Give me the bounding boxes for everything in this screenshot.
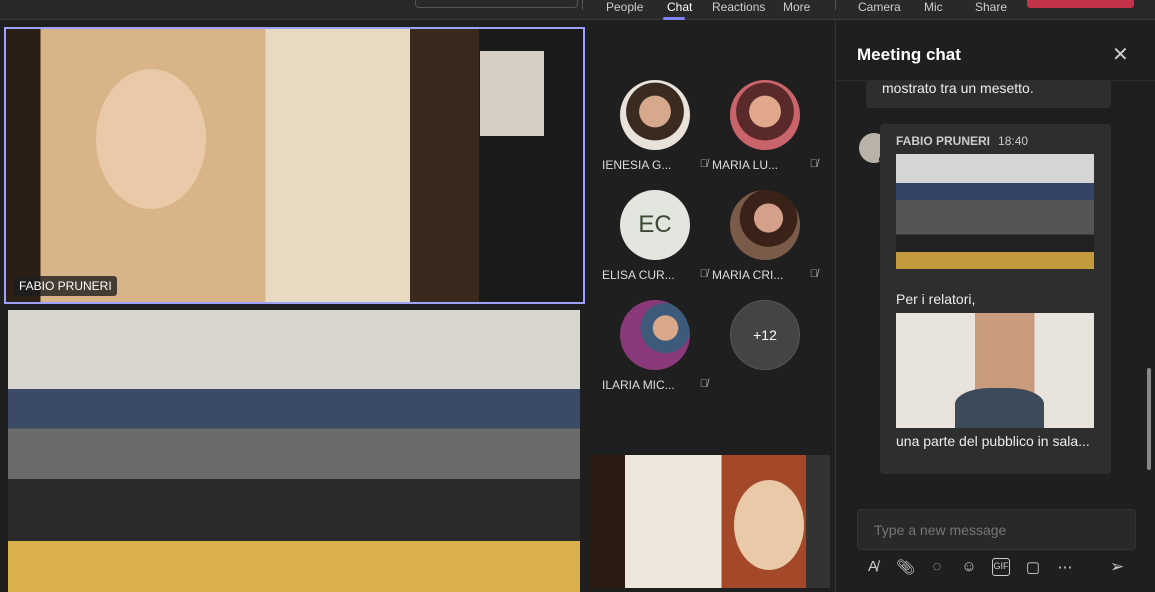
mic-button[interactable]: Mic	[924, 0, 943, 14]
message-image[interactable]	[896, 313, 1094, 428]
reactions-button[interactable]: Reactions	[712, 0, 765, 14]
message-author: FABIO PRUNERI	[896, 134, 991, 148]
participant-name: IENESIA G...	[602, 158, 672, 172]
camera-button[interactable]: Camera	[858, 0, 901, 14]
mic-off-icon: 🎙̸	[699, 378, 708, 390]
message-input[interactable]	[857, 509, 1136, 550]
avatar	[730, 80, 800, 150]
mic-off-icon: 🎙̸	[809, 158, 818, 170]
message-image[interactable]	[896, 154, 1094, 269]
emoji-icon[interactable]: ☺	[960, 558, 978, 576]
mic-off-icon: 🎙̸	[699, 268, 708, 280]
avatar	[620, 80, 690, 150]
active-tab-indicator	[663, 17, 685, 20]
participant-tile[interactable]: IENESIA G... 🎙̸	[600, 80, 710, 172]
people-button[interactable]: People	[606, 0, 643, 14]
message-text: Per i relatori,	[896, 291, 976, 307]
send-icon[interactable]: ➢	[1110, 557, 1124, 577]
loop-icon[interactable]: ◌	[928, 558, 946, 576]
attach-icon[interactable]: 📎︎	[896, 558, 915, 576]
share-button[interactable]: Share	[975, 0, 1007, 14]
meeting-toolbar: People Chat Reactions More Camera Mic Sh…	[0, 0, 1155, 20]
mic-off-icon: 🎙̸	[809, 268, 818, 280]
sticker-icon[interactable]: ▢	[1024, 558, 1042, 576]
participant-name: ELISA CUR...	[602, 268, 675, 282]
speaker-video-tile[interactable]: FABIO PRUNERI	[4, 27, 585, 304]
participant-name: MARIA LU...	[712, 158, 779, 172]
meeting-chat-panel: Meeting chat ✕ mostrato tra un mesetto. …	[835, 20, 1155, 592]
message-text: una parte del pubblico in sala...	[896, 433, 1090, 449]
participant-tile[interactable]: MARIA CRI... 🎙̸	[710, 190, 820, 282]
more-button[interactable]: More	[783, 0, 810, 14]
message-time: 18:40	[998, 134, 1029, 148]
chat-message: FABIO PRUNERI 18:40 Per i relatori, una p…	[880, 124, 1111, 474]
more-icon[interactable]: ⋯	[1056, 558, 1074, 576]
shared-screen-thumbnail	[480, 51, 544, 136]
self-view-video[interactable]	[589, 455, 830, 588]
participant-name: MARIA CRI...	[712, 268, 784, 282]
speaker-nameplate: FABIO PRUNERI	[14, 276, 117, 296]
chat-title: Meeting chat	[857, 45, 961, 64]
divider	[835, 0, 836, 10]
divider	[582, 0, 583, 10]
close-icon[interactable]: ✕	[1112, 42, 1129, 67]
participant-tile[interactable]: EC ELISA CUR... 🎙̸	[600, 190, 710, 282]
room-video-tile[interactable]	[8, 310, 580, 592]
avatar-initials: EC	[620, 190, 690, 260]
scrollbar[interactable]	[1147, 368, 1151, 470]
video-person	[96, 69, 206, 209]
participant-tile[interactable]: MARIA LU... 🎙̸	[710, 80, 820, 172]
video-person	[734, 480, 804, 570]
mic-off-icon: 🎙̸	[699, 158, 708, 170]
participant-tile[interactable]: ILARIA MIC... 🎙̸	[600, 300, 710, 392]
format-icon[interactable]: A̸	[864, 558, 882, 576]
more-participants-button[interactable]: +12	[710, 300, 820, 370]
avatar	[730, 190, 800, 260]
avatar	[620, 300, 690, 370]
gif-icon[interactable]: GIF	[992, 558, 1010, 576]
leave-button[interactable]	[1027, 0, 1134, 8]
chat-button[interactable]: Chat	[667, 0, 692, 14]
search-box[interactable]	[415, 0, 578, 8]
overflow-count: +12	[730, 300, 800, 370]
chat-message: mostrato tra un mesetto.	[866, 81, 1111, 108]
participant-name: ILARIA MIC...	[602, 378, 675, 392]
message-text: mostrato tra un mesetto.	[882, 80, 1034, 96]
